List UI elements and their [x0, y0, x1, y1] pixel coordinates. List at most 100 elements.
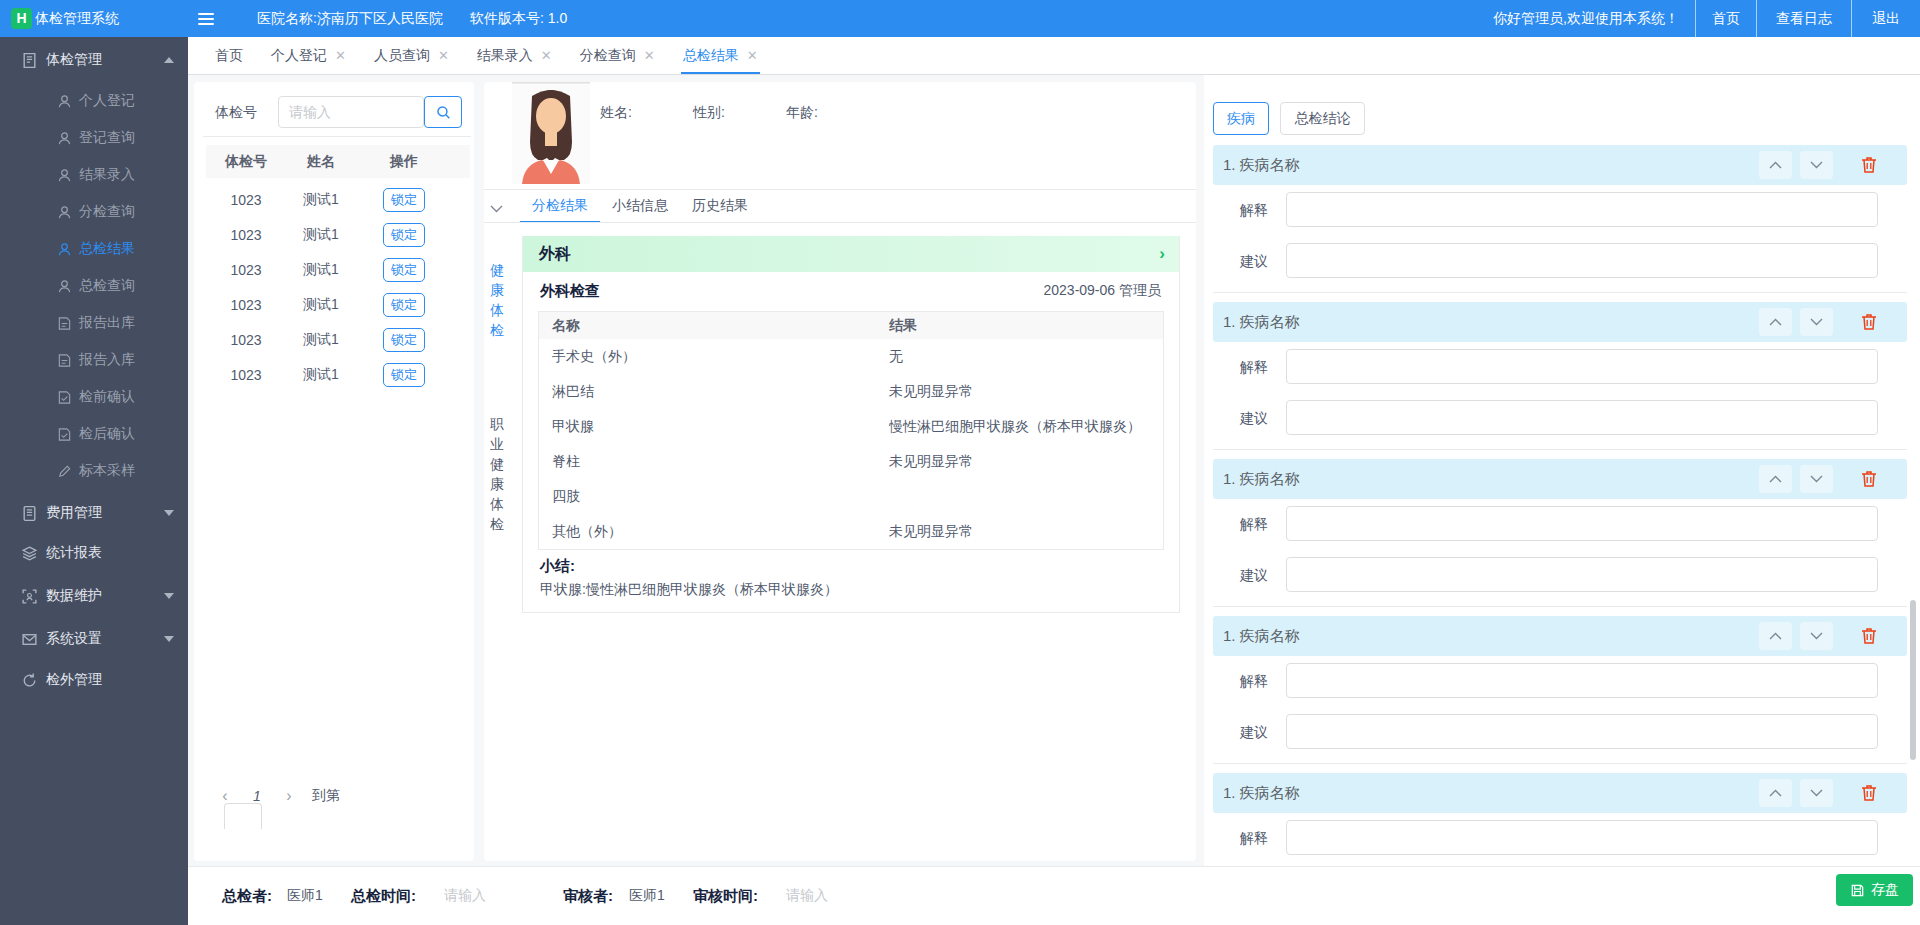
- table-row[interactable]: 1023测试1锁定: [206, 252, 470, 287]
- explain-input[interactable]: [1286, 820, 1878, 855]
- section-header[interactable]: 外科 ›: [523, 236, 1179, 272]
- review-time-label: 审核时间:: [693, 887, 758, 906]
- scrollbar-thumb[interactable]: [1910, 600, 1916, 760]
- sidebar-item-jianwaiguanli[interactable]: 检外管理: [0, 665, 188, 695]
- lock-button[interactable]: 锁定: [383, 258, 425, 282]
- explain-input[interactable]: [1286, 349, 1878, 384]
- exam-time-input[interactable]: 请输入: [444, 887, 486, 905]
- table-row[interactable]: 1023测试1锁定: [206, 217, 470, 252]
- collapse-chevron-icon[interactable]: [490, 200, 503, 216]
- disease-button[interactable]: 疾病: [1213, 102, 1269, 135]
- exam-no-input[interactable]: 请输入: [278, 96, 424, 128]
- patient-list-panel: 体检号 请输入 体检号 姓名 操作 1023测试1锁定 1023测试1锁定 10…: [194, 82, 474, 861]
- explain-label: 解释: [1240, 202, 1268, 220]
- vtab-jiankangtijian[interactable]: 健康体检: [487, 260, 507, 340]
- review-time-input[interactable]: 请输入: [786, 887, 828, 905]
- search-button[interactable]: [424, 96, 462, 128]
- close-icon[interactable]: ✕: [541, 48, 552, 63]
- tab-fenjianchaxun[interactable]: 分检查询✕: [566, 37, 669, 74]
- current-page[interactable]: 1: [250, 788, 264, 804]
- sidebar-item-baogaochuku[interactable]: 报告出库: [0, 308, 188, 338]
- disease-card: 1. 疾病名称 解释 建议: [1213, 145, 1907, 302]
- move-up-button[interactable]: [1759, 465, 1792, 493]
- tab-renyuanchaxun[interactable]: 人员查询✕: [360, 37, 463, 74]
- move-down-button[interactable]: [1800, 308, 1833, 336]
- explain-input[interactable]: [1286, 192, 1878, 227]
- disease-card-header: 1. 疾病名称: [1213, 302, 1907, 342]
- sidebar-item-jieguoluru[interactable]: 结果录入: [0, 160, 188, 190]
- move-down-button[interactable]: [1800, 465, 1833, 493]
- section-title: 外科: [539, 244, 571, 265]
- delete-icon[interactable]: [1859, 783, 1879, 803]
- tab-lishijieguo[interactable]: 历史结果: [680, 190, 760, 223]
- lock-button[interactable]: 锁定: [383, 363, 425, 387]
- next-page-icon[interactable]: ›: [282, 787, 296, 805]
- person-icon: [56, 278, 72, 294]
- view-log-button[interactable]: 查看日志: [1757, 10, 1851, 28]
- conclusion-button[interactable]: 总检结论: [1280, 102, 1365, 135]
- suggest-input[interactable]: [1286, 400, 1878, 435]
- tab-gerendengji[interactable]: 个人登记✕: [257, 37, 360, 74]
- close-icon[interactable]: ✕: [644, 48, 655, 63]
- sidebar-item-dengjichaxun[interactable]: 登记查询: [0, 123, 188, 153]
- sidebar-item-jianhouqueren[interactable]: 检后确认: [0, 419, 188, 449]
- move-up-button[interactable]: [1759, 151, 1792, 179]
- suggest-label: 建议: [1240, 253, 1268, 271]
- sidebar-item-zongjianjieguo[interactable]: 总检结果: [0, 234, 188, 264]
- sidebar-item-zongjianchaxun[interactable]: 总检查询: [0, 271, 188, 301]
- tab-jieguoluru[interactable]: 结果录入✕: [463, 37, 566, 74]
- list-header: 体检号 姓名 操作: [206, 145, 470, 178]
- sidebar-item-xitongshezhi[interactable]: 系统设置: [0, 624, 188, 654]
- doc-check-icon: [56, 389, 72, 405]
- delete-icon[interactable]: [1859, 469, 1879, 489]
- move-up-button[interactable]: [1759, 779, 1792, 807]
- close-icon[interactable]: ✕: [747, 48, 758, 63]
- save-button[interactable]: 存盘: [1836, 874, 1913, 906]
- table-row[interactable]: 1023测试1锁定: [206, 182, 470, 217]
- tab-shouye[interactable]: 首页: [201, 37, 257, 74]
- explain-input[interactable]: [1286, 506, 1878, 541]
- menu-toggle-icon[interactable]: [198, 10, 214, 26]
- lock-button[interactable]: 锁定: [383, 293, 425, 317]
- close-icon[interactable]: ✕: [335, 48, 346, 63]
- sidebar-item-gerendengji[interactable]: 个人登记: [0, 86, 188, 116]
- move-down-button[interactable]: [1800, 622, 1833, 650]
- result-table: 名称 结果 手术史（外）无 淋巴结未见明显异常 甲状腺慢性淋巴细胞甲状腺炎（桥本…: [538, 311, 1164, 550]
- table-row[interactable]: 1023测试1锁定: [206, 322, 470, 357]
- move-down-button[interactable]: [1800, 151, 1833, 179]
- delete-icon[interactable]: [1859, 155, 1879, 175]
- sidebar-item-biaobencaiyang[interactable]: 标本采样: [0, 456, 188, 486]
- logout-button[interactable]: 退出: [1852, 10, 1920, 28]
- avatar: [512, 82, 590, 184]
- table-row[interactable]: 1023测试1锁定: [206, 357, 470, 392]
- tab-xiaojiexinxi[interactable]: 小结信息: [600, 190, 680, 223]
- suggest-input[interactable]: [1286, 714, 1878, 749]
- suggest-input[interactable]: [1286, 557, 1878, 592]
- delete-icon[interactable]: [1859, 312, 1879, 332]
- explain-input[interactable]: [1286, 663, 1878, 698]
- conclusion-panel: 疾病 总检结论 1. 疾病名称 解释 建议 1. 疾病名称 解释 建议: [1204, 75, 1920, 866]
- lock-button[interactable]: 锁定: [383, 223, 425, 247]
- move-up-button[interactable]: [1759, 622, 1792, 650]
- table-row[interactable]: 1023测试1锁定: [206, 287, 470, 322]
- page-jump-input[interactable]: [224, 803, 262, 829]
- close-icon[interactable]: ✕: [438, 48, 449, 63]
- delete-icon[interactable]: [1859, 626, 1879, 646]
- sidebar-item-tijianguanli[interactable]: 体检管理: [0, 45, 188, 75]
- sidebar-item-baogaoruku[interactable]: 报告入库: [0, 345, 188, 375]
- vtab-zhiyejiankangtijian[interactable]: 职业健康体检: [487, 414, 507, 534]
- sidebar-item-fenjianchaxun[interactable]: 分检查询: [0, 197, 188, 227]
- tab-zongjianjieguo[interactable]: 总检结果✕: [669, 37, 772, 74]
- lock-button[interactable]: 锁定: [383, 328, 425, 352]
- move-up-button[interactable]: [1759, 308, 1792, 336]
- tab-fenjianjieguo[interactable]: 分检结果: [520, 190, 600, 223]
- sidebar-item-tongjibaobiao[interactable]: 统计报表: [0, 538, 188, 568]
- sidebar-item-jianqianqueren[interactable]: 检前确认: [0, 382, 188, 412]
- lock-button[interactable]: 锁定: [383, 188, 425, 212]
- document-icon: [20, 504, 38, 522]
- suggest-input[interactable]: [1286, 243, 1878, 278]
- move-down-button[interactable]: [1800, 779, 1833, 807]
- sidebar-item-feiyongguanli[interactable]: 费用管理: [0, 498, 188, 528]
- home-button[interactable]: 首页: [1696, 10, 1756, 28]
- sidebar-item-shujuweihu[interactable]: 数据维护: [0, 581, 188, 611]
